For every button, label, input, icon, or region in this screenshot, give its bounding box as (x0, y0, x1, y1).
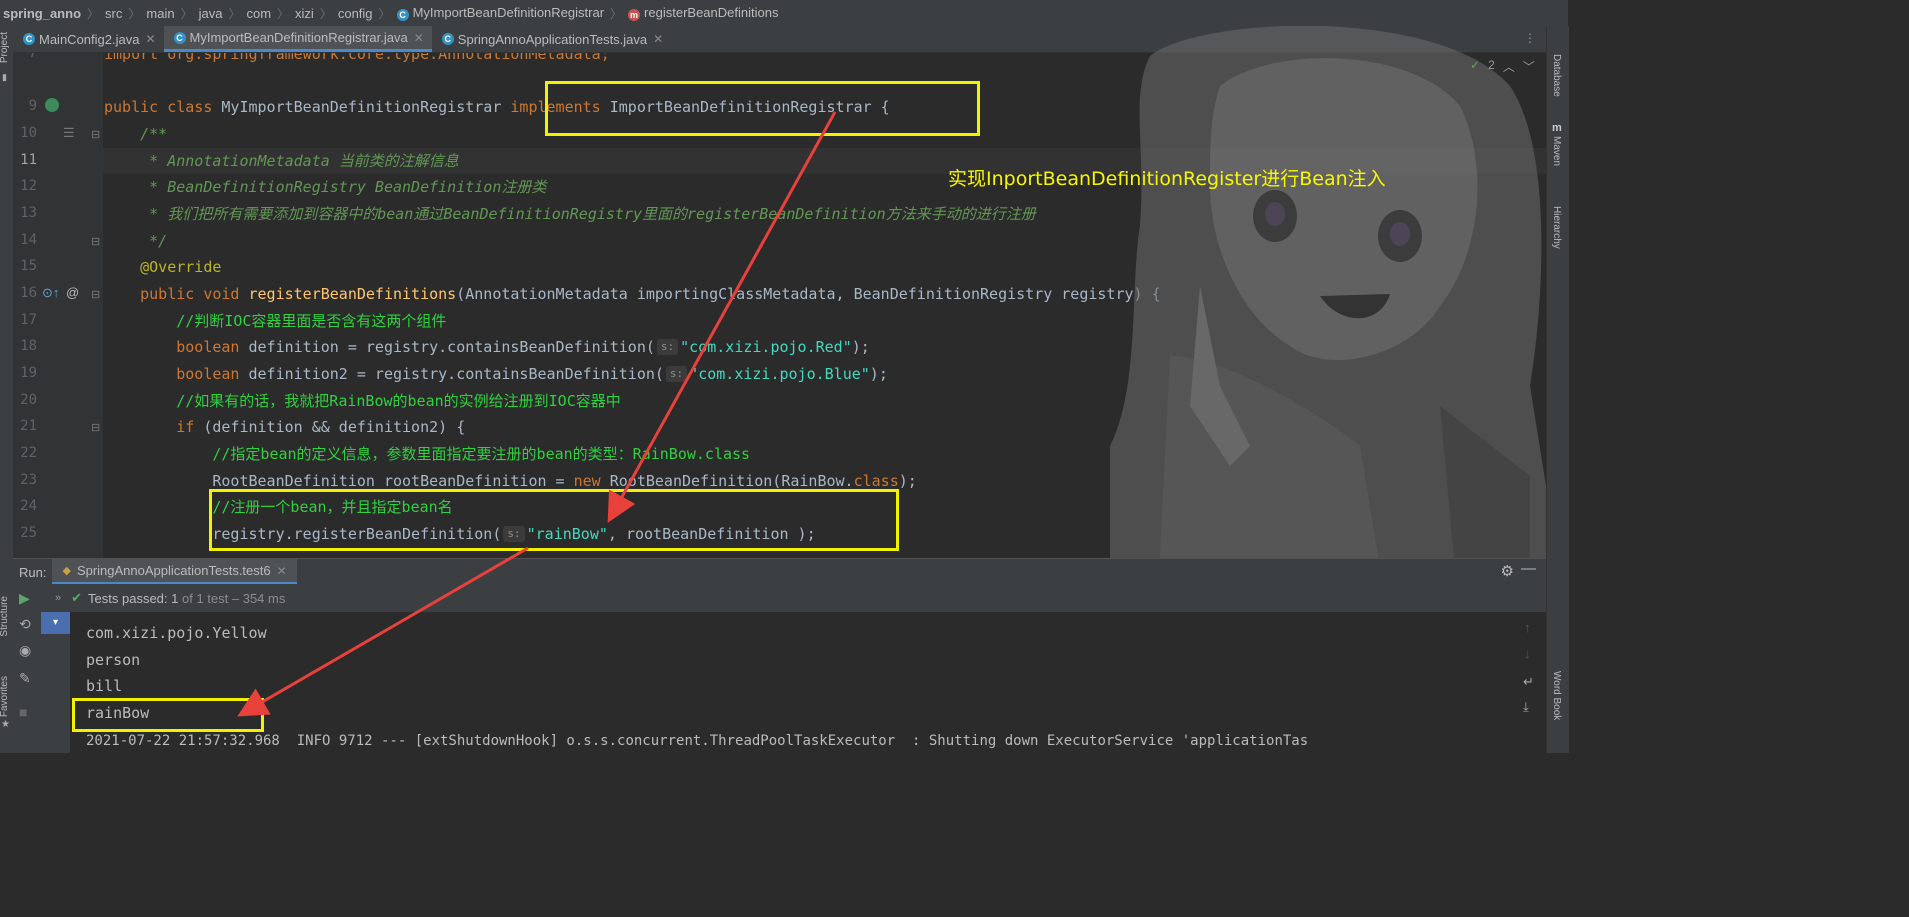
arrow-2 (237, 546, 529, 717)
annotation-arrows (237, 111, 837, 717)
arrow-1 (607, 111, 837, 523)
